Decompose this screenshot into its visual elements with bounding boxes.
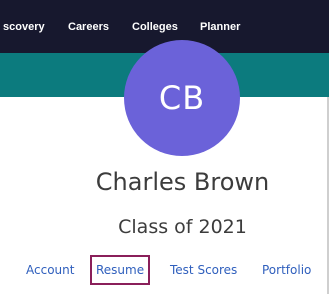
nav-item-careers[interactable]: Careers: [68, 20, 109, 34]
avatar: CB: [124, 40, 240, 156]
class-year: Class of 2021: [118, 216, 247, 238]
avatar-initials: CB: [158, 79, 206, 117]
tab-test-scores[interactable]: Test Scores: [170, 262, 237, 278]
nav-item-discovery[interactable]: scovery: [3, 20, 45, 34]
tab-resume[interactable]: Resume: [89, 255, 151, 285]
student-name: Charles Brown: [95, 168, 270, 196]
nav-item-planner[interactable]: Planner: [200, 20, 240, 34]
tab-account[interactable]: Account: [26, 262, 74, 278]
nav-item-colleges[interactable]: Colleges: [132, 20, 178, 34]
tab-portfolio[interactable]: Portfolio: [262, 262, 311, 278]
